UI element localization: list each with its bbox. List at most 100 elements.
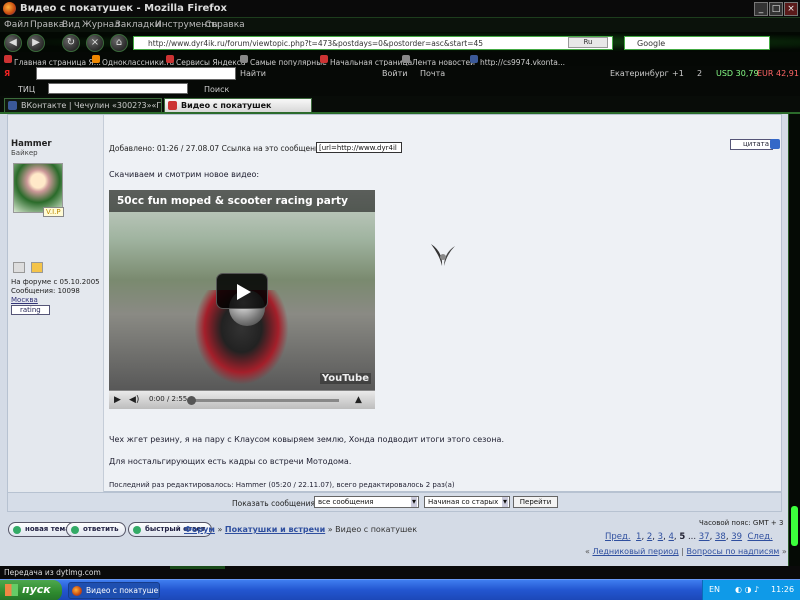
- seek-handle[interactable]: [187, 396, 196, 405]
- navigation-toolbar: ◀ ▶ ↻ × ⌂ http://www.dyr4ik.ru/forum/vie…: [0, 32, 800, 52]
- stop-icon[interactable]: ×: [86, 34, 104, 52]
- usd-rate: USD 30,79: [716, 69, 759, 78]
- breadcrumb: Форум » Покатушки и встречи » Видео с по…: [184, 525, 418, 534]
- edit-icon[interactable]: [770, 139, 780, 149]
- close-button[interactable]: ×: [784, 2, 798, 16]
- bookmark-item[interactable]: Сервисы Яндекса: [166, 55, 246, 66]
- maximize-button[interactable]: □: [769, 2, 783, 16]
- tab-video[interactable]: Видео с покатушек: [164, 98, 312, 112]
- tab-strip: ВКонтакте | Чечулин «3002?3»«Г... Видео …: [0, 96, 800, 114]
- menu-bar: Файл Правка Вид Журнал Закладки Инструме…: [0, 18, 800, 32]
- menu-file[interactable]: Файл: [4, 20, 29, 30]
- taskbar-firefox-task[interactable]: Видео с покатушек ...: [68, 582, 160, 599]
- toolbar-search-button[interactable]: Поиск: [204, 85, 229, 94]
- reload-icon[interactable]: ↻: [62, 34, 80, 52]
- menu-edit[interactable]: Правка: [30, 20, 64, 30]
- video-controls: ▶ ◀) 0:00 / 2:55 ▲: [109, 390, 375, 409]
- bookmark-item[interactable]: Главная страница Я...: [4, 55, 101, 66]
- seek-bar[interactable]: [189, 399, 339, 402]
- video-time: 0:00 / 2:55: [149, 395, 188, 403]
- youtube-video[interactable]: 50cc fun moped & scooter racing party Yo…: [109, 190, 375, 409]
- volume-icon[interactable]: ◀): [129, 395, 139, 405]
- play-control-icon[interactable]: ▶: [114, 395, 121, 405]
- bookmark-item[interactable]: Самые популярные: [240, 55, 327, 66]
- bookmark-item[interactable]: Начальная страница: [320, 55, 412, 66]
- back-icon[interactable]: ◀: [4, 34, 22, 52]
- menu-view[interactable]: Вид: [62, 20, 80, 30]
- forward-icon[interactable]: ▶: [27, 34, 45, 52]
- youtube-logo[interactable]: YouTube: [319, 373, 371, 384]
- yandex-find-button[interactable]: Найти: [240, 69, 266, 78]
- status-progress: [170, 566, 225, 569]
- next-topic-link[interactable]: Вопросы по надписям: [686, 547, 779, 556]
- post-header: Добавлено: 01:26 / 27.08.07 Ссылка на эт…: [109, 144, 328, 153]
- filter-select[interactable]: все сообщения: [314, 496, 419, 508]
- status-text: Передача из dytlmg.com: [4, 568, 101, 577]
- author-rank: Байкер: [11, 149, 38, 157]
- message-count: Сообщения: 10098: [11, 287, 80, 295]
- toolbar-search-input[interactable]: [48, 83, 188, 94]
- post-text-1: Чех жгет резину, я на пару с Клаусом ков…: [109, 435, 504, 444]
- reply-button[interactable]: ответить: [66, 522, 126, 537]
- post-link-field[interactable]: [url=http://www.dyr4il: [316, 142, 402, 153]
- secondary-toolbar: ТИЦ Поиск: [0, 82, 800, 96]
- page-38[interactable]: 38: [715, 532, 726, 542]
- breadcrumb-section[interactable]: Покатушки и встречи: [225, 525, 325, 534]
- page-next[interactable]: След.: [747, 532, 772, 542]
- start-button[interactable]: пуск: [0, 580, 62, 600]
- joined-date: На форуме с 05.10.2005: [11, 278, 100, 286]
- bookmark-item[interactable]: Лента новостей: [402, 55, 475, 66]
- page-3[interactable]: 3: [658, 532, 663, 542]
- address-bar[interactable]: http://www.dyr4ik.ru/forum/viewtopic.php…: [133, 36, 613, 50]
- scrollbar[interactable]: [788, 114, 800, 566]
- messages-count: 2: [697, 69, 703, 78]
- profile-icon[interactable]: [13, 262, 25, 273]
- display-form: Показать сообщения: все сообщения Начина…: [7, 492, 782, 512]
- search-input[interactable]: Google: [624, 36, 770, 50]
- menu-help[interactable]: Справка: [205, 20, 245, 30]
- address-text: http://www.dyr4ik.ru/forum/viewtopic.php…: [148, 39, 484, 48]
- language-indicator[interactable]: EN: [709, 585, 720, 594]
- fullscreen-icon[interactable]: ▲: [355, 395, 362, 405]
- pagination: Пред. 1, 2, 3, 4, 5 ... 37, 38, 39 След.: [605, 532, 773, 542]
- play-icon[interactable]: [216, 273, 268, 309]
- yandex-enter-link[interactable]: Войти: [382, 69, 407, 78]
- bookmarks-toolbar: Главная страница Я... Одноклассники.ru С…: [0, 52, 800, 66]
- bookmark-item[interactable]: Одноклассники.ru: [92, 55, 174, 66]
- page-39[interactable]: 39: [731, 532, 742, 542]
- video-title[interactable]: 50cc fun moped & scooter racing party: [109, 190, 375, 212]
- city-label: Екатеринбург: [610, 69, 669, 78]
- breadcrumb-topic: Видео с покатушек: [335, 525, 418, 534]
- display-label: Показать сообщения:: [232, 499, 318, 508]
- status-bar: Передача из dytlmg.com: [0, 566, 800, 579]
- clock: 11:26: [771, 585, 795, 594]
- order-select[interactable]: Начиная со старых: [424, 496, 510, 508]
- home-icon[interactable]: ⌂: [110, 34, 128, 52]
- minimize-button[interactable]: _: [754, 2, 768, 16]
- page-2[interactable]: 2: [647, 532, 652, 542]
- window-titlebar: Видео с покатушек - Mozilla Firefox _ □ …: [0, 0, 800, 18]
- mail-icon[interactable]: [31, 262, 43, 273]
- edit-note: Последний раз редактировалось: Hammer (0…: [109, 481, 455, 489]
- yandex-mail-link[interactable]: Почта: [420, 69, 445, 78]
- author-name[interactable]: Hammer: [11, 139, 52, 149]
- prev-topic-link[interactable]: Ледниковый период: [592, 547, 678, 556]
- breadcrumb-forum[interactable]: Форум: [184, 525, 215, 534]
- go-button[interactable]: Перейти: [513, 496, 558, 508]
- tray-icons[interactable]: ◐ ◑ ♪: [735, 585, 759, 594]
- page-prev[interactable]: Пред.: [605, 532, 631, 542]
- menu-bookmarks[interactable]: Закладки: [115, 20, 161, 30]
- rating-button[interactable]: rating: [11, 305, 50, 315]
- system-tray: EN ◐ ◑ ♪ 11:26: [702, 580, 800, 600]
- tab-vkontakte[interactable]: ВКонтакте | Чечулин «3002?3»«Г...: [4, 98, 162, 112]
- quote-button[interactable]: цитата: [730, 139, 774, 150]
- author-city[interactable]: Москва: [11, 296, 38, 304]
- page-1[interactable]: 1: [636, 532, 641, 542]
- yandex-search-input[interactable]: [36, 67, 236, 80]
- page-current: 5: [679, 532, 686, 542]
- page-4[interactable]: 4: [669, 532, 674, 542]
- scrollbar-thumb[interactable]: [791, 506, 798, 546]
- url-badge[interactable]: Ru: [568, 37, 608, 48]
- bookmark-item[interactable]: http://cs9974.vkonta...: [470, 55, 565, 66]
- page-37[interactable]: 37: [699, 532, 710, 542]
